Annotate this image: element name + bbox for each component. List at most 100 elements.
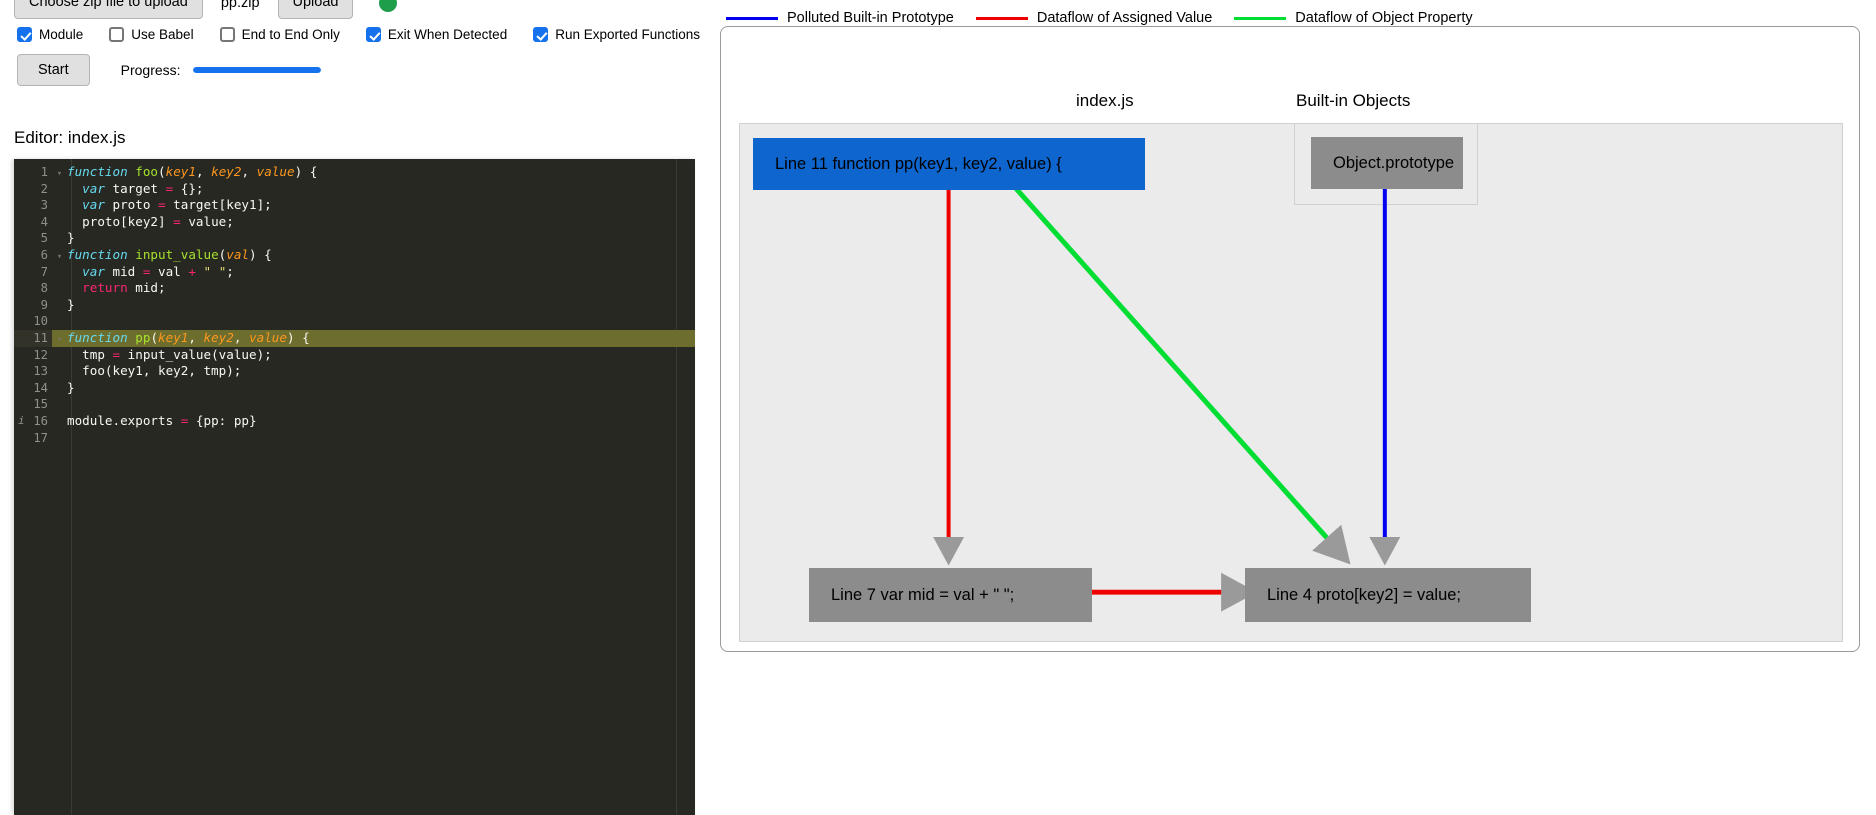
cluster-caption-builtin-objects: Built-in Objects [1296,91,1411,110]
code-line[interactable]: i 16 module.exports = {pp: pp} [14,413,695,430]
code-token: input_value [135,246,219,262]
code-line[interactable]: 17 [14,430,695,447]
line-number: 6 [40,247,48,262]
code-line[interactable]: 8 return mid; [14,280,695,297]
cluster-caption-index-js: index.js [1076,91,1134,110]
code-token: var [82,263,105,279]
code-token: proto[key2] [67,213,174,229]
choose-zip-file-button[interactable]: Choose zip file to upload [14,0,203,20]
legend-color-swatch [726,16,778,20]
code-line[interactable]: 13 foo(key1, key2, tmp); [14,363,695,380]
legend-color-swatch [1234,16,1287,20]
checkbox-box[interactable] [365,27,381,42]
code-token: pp [135,329,151,345]
checkbox-label: Run Exported Functions [555,27,701,42]
legend-label: Dataflow of Object Property [1295,10,1473,26]
code-line[interactable]: 14} [14,380,695,397]
run-controls-row: Start Progress: [17,54,321,86]
code-token: var [82,197,105,213]
code-token: = [173,213,181,229]
graph-node-line4-proto-assign[interactable]: Line 4 proto[key2] = value; [1245,568,1531,622]
status-indicator-dot [379,0,398,12]
code-token: {pp: pp} [188,412,257,428]
code-token: foo(key1, key2, tmp); [67,363,242,379]
line-number: 13 [33,364,48,379]
code-token: , [188,329,204,345]
code-line[interactable]: 5} [14,230,695,247]
graph-node-pp-function[interactable]: Line 11 function pp(key1, key2, value) { [753,138,1145,190]
code-line[interactable]: 12 tmp = input_value(value); [14,347,695,364]
options-checkbox-row: Module Use Babel End to End Only Exit When … [17,27,726,42]
line-number: 3 [40,198,48,213]
legend-item: Polluted Built-in Prototype [726,10,954,26]
graph-node-label: Line 11 function pp(key1, key2, value) { [775,154,1062,173]
progress-bar-fill [192,67,321,73]
checkbox-module[interactable]: Module [17,27,83,42]
code-token: } [67,230,75,246]
code-line[interactable]: 4 proto[key2] = value; [14,214,695,231]
code-token: } [67,379,75,395]
code-token: , [233,329,250,345]
legend-label: Dataflow of Assigned Value [1036,10,1213,26]
code-line[interactable]: 11 ▾ function pp(key1, key2, value) { [14,329,695,347]
line-number: 7 [40,264,48,279]
code-token: value; [180,213,234,229]
graph-node-line7-var-mid[interactable]: Line 7 var mid = val + " "; [809,568,1092,622]
checkbox-exit-when-detected[interactable]: Exit When Detected [365,27,507,42]
code-token: function [67,329,128,345]
code-token: value [256,164,295,179]
code-token: ( [150,329,159,345]
code-token: = [158,197,166,213]
progress-label: Progress: [120,62,181,78]
checkbox-box[interactable] [109,27,125,42]
graph-node-label: Object.prototype [1333,153,1455,172]
code-token: + [188,263,196,279]
code-line[interactable]: 15 [14,396,695,413]
graph-node-label: Line 4 proto[key2] = value; [1267,585,1462,604]
code-line[interactable]: 9} [14,297,695,314]
checkbox-run-exported-functions[interactable]: Run Exported Functions [533,27,700,42]
code-token: function [67,164,128,179]
code-line[interactable]: 1 ▾ function foo(key1, key2, value) { [14,164,695,181]
checkbox-box[interactable] [219,27,235,42]
checkbox-end-to-end-only[interactable]: End to End Only [219,27,340,42]
code-line[interactable]: 7 var mid = val + " "; [14,264,695,281]
line-number: 11 [14,329,52,347]
line-number: 5 [40,231,48,246]
code-token: tmp [67,346,113,362]
code-editor[interactable]: 1 ▾ function foo(key1, key2, value) {2 var… [14,159,695,815]
code-token: {}; [173,180,204,196]
checkbox-use-babel[interactable]: Use Babel [109,27,194,42]
legend-label: Polluted Built-in Prototype [787,10,954,26]
code-token: val [150,263,189,279]
code-token: key1 [165,164,196,179]
line-number: 10 [33,314,48,329]
code-token: key1 [158,329,189,345]
checkbox-box[interactable] [533,27,549,42]
code-line[interactable]: 2 var target = {}; [14,181,695,198]
code-token: module.exports [67,412,181,428]
checkbox-box[interactable] [17,27,32,42]
code-line[interactable]: 6 ▾ function input_value(val) { [14,247,695,264]
line-number: 15 [33,397,48,412]
upload-button[interactable]: Upload [277,0,354,20]
code-line[interactable]: 3 var proto = target[key1]; [14,197,695,214]
code-token: , [195,164,212,179]
code-line[interactable]: 10 [14,313,695,330]
gutter-info-icon: i [18,413,25,427]
cluster-box-index-js [739,123,1843,642]
code-token: ; [226,263,234,279]
code-lines-container: 1 ▾ function foo(key1, key2, value) {2 var… [14,164,695,446]
graph-node-object-prototype[interactable]: Object.prototype [1311,137,1463,189]
code-token: target [104,180,166,196]
start-button[interactable]: Start [17,54,90,86]
code-token: mid [104,263,143,279]
graph-canvas: index.js Built-in Objects Line 11 functi… [720,26,1860,652]
app-root: Choose zip file to upload pp.zip Upload … [0,0,1876,815]
graph-node-label: Line 7 var mid = val + " "; [831,585,1015,604]
left-panel: Choose zip file to upload pp.zip Upload … [0,0,700,815]
